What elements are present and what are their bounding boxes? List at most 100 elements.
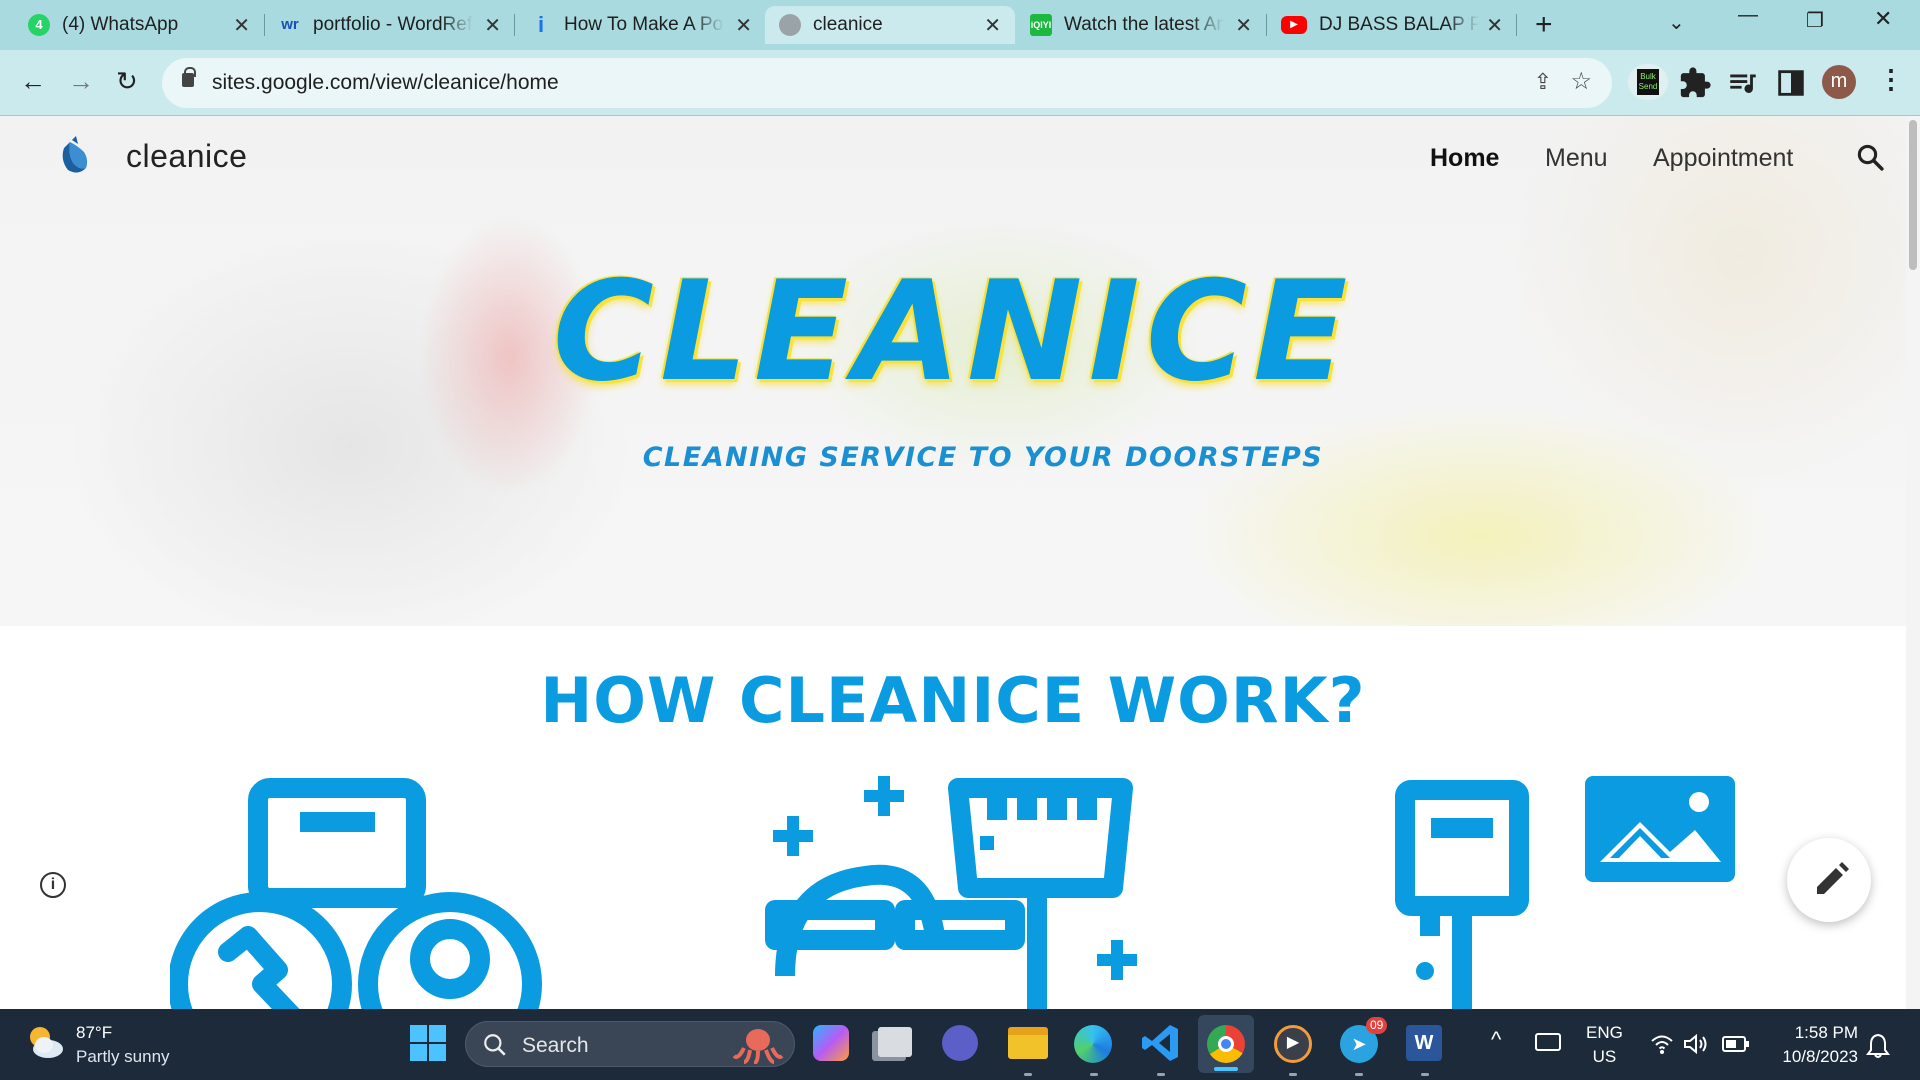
reload-icon[interactable]: ↻ xyxy=(116,66,138,97)
task-view-icon[interactable] xyxy=(878,1027,912,1057)
nav-home[interactable]: Home xyxy=(1430,144,1499,173)
hero-banner: cleanice Home Menu Appointment CLEANICE … xyxy=(0,116,1906,626)
cleaning-icon xyxy=(765,776,1137,1009)
clock[interactable]: 1:58 PM 10/8/2023 xyxy=(1770,1023,1858,1067)
windows-start-icon[interactable] xyxy=(407,1022,449,1064)
new-tab-icon[interactable]: + xyxy=(1535,8,1553,42)
minimize-icon[interactable]: — xyxy=(1738,4,1758,27)
region-code: US xyxy=(1592,1047,1617,1066)
phone-contact-icon xyxy=(170,778,542,1009)
tray-overflow-chevron-icon[interactable]: ^ xyxy=(1491,1027,1501,1053)
back-icon[interactable]: ← xyxy=(20,66,46,97)
tab-divider xyxy=(1516,14,1517,36)
youtube-icon: ▶ xyxy=(1281,16,1307,34)
search-label: Search xyxy=(522,1034,589,1057)
windows-taskbar: 87°F Partly sunny Search ▶ ➤ 09 W ^ ENG xyxy=(0,1009,1920,1080)
page-scrollbar[interactable] xyxy=(1906,116,1920,1009)
weather-desc: Partly sunny xyxy=(76,1047,170,1066)
close-icon[interactable]: ✕ xyxy=(1486,13,1503,38)
url-text[interactable]: sites.google.com/view/cleanice/home xyxy=(212,71,559,95)
word-icon[interactable]: W xyxy=(1406,1025,1442,1061)
tab-search-chevron-icon[interactable]: ⌄ xyxy=(1668,10,1685,35)
media-queue-icon[interactable] xyxy=(1726,66,1760,100)
lang-code: ENG xyxy=(1586,1023,1623,1042)
running-indicator xyxy=(1157,1073,1165,1076)
tab-title: portfolio - WordReference xyxy=(313,14,473,35)
octopus-icon xyxy=(732,1029,784,1064)
address-bar[interactable]: sites.google.com/view/cleanice/home ⇪ ☆ xyxy=(162,58,1612,108)
close-icon[interactable]: ✕ xyxy=(484,13,501,38)
side-panel-icon[interactable] xyxy=(1774,66,1808,100)
teams-chat-icon[interactable] xyxy=(942,1025,978,1061)
volume-icon[interactable] xyxy=(1683,1033,1709,1055)
pencil-icon xyxy=(1817,862,1849,894)
tab-wordreference[interactable]: wr portfolio - WordReference ✕ xyxy=(265,6,515,44)
tab-divider xyxy=(514,14,515,36)
restore-icon[interactable]: ❐ xyxy=(1806,8,1824,33)
tab-youtube[interactable]: ▶ DJ BASS BALAP PALING ✕ xyxy=(1267,6,1517,44)
board-gallery-icon xyxy=(1395,776,1735,1009)
wifi-icon[interactable] xyxy=(1650,1033,1674,1055)
bulk-send-extension[interactable]: Bulk Send xyxy=(1628,64,1668,100)
hero-subtitle: CLEANING SERVICE TO YOUR DOORSTEPS xyxy=(642,442,1324,473)
section-title: HOW CLEANICE WORK? xyxy=(540,664,1366,737)
bookmark-star-icon[interactable]: ☆ xyxy=(1570,67,1592,96)
close-icon[interactable]: ✕ xyxy=(233,13,250,38)
running-indicator xyxy=(1090,1073,1098,1076)
tab-cleanice[interactable]: cleanice ✕ xyxy=(765,6,1015,44)
clock-date: 10/8/2023 xyxy=(1782,1047,1858,1066)
edge-icon[interactable] xyxy=(1074,1025,1112,1063)
close-icon[interactable]: ✕ xyxy=(1235,13,1252,38)
tab-iqiyi[interactable]: iQIYI Watch the latest Anime ✕ xyxy=(1016,6,1266,44)
copilot-icon[interactable] xyxy=(813,1025,849,1061)
extensions-puzzle-icon[interactable] xyxy=(1678,66,1712,100)
telegram-badge: 09 xyxy=(1366,1017,1388,1034)
battery-icon[interactable] xyxy=(1722,1035,1750,1053)
running-indicator xyxy=(1024,1073,1032,1076)
keyboard-icon[interactable] xyxy=(1535,1033,1561,1051)
nav-menu[interactable]: Menu xyxy=(1545,144,1608,173)
nav-appointment[interactable]: Appointment xyxy=(1653,144,1793,173)
partly-sunny-icon xyxy=(30,1027,63,1058)
globe-icon xyxy=(779,14,801,36)
clock-time: 1:58 PM xyxy=(1794,1023,1858,1042)
wordreference-icon: wr xyxy=(281,16,299,33)
iqiyi-icon: iQIYI xyxy=(1030,14,1052,36)
vscode-icon[interactable] xyxy=(1140,1022,1182,1064)
whatsapp-icon: 4 xyxy=(28,14,50,36)
browser-menu-icon[interactable]: ⋮ xyxy=(1878,64,1904,95)
tab-title: How To Make A Portfolio xyxy=(564,14,724,35)
file-explorer-icon[interactable] xyxy=(1008,1027,1048,1059)
info-icon[interactable]: i xyxy=(40,872,66,898)
media-player-icon[interactable]: ▶ xyxy=(1274,1025,1312,1063)
search-icon[interactable] xyxy=(1855,142,1885,172)
edit-button[interactable] xyxy=(1787,838,1871,922)
chrome-taskbar-button[interactable] xyxy=(1198,1015,1254,1073)
web-page: cleanice Home Menu Appointment CLEANICE … xyxy=(0,116,1906,1009)
active-indicator xyxy=(1214,1067,1238,1071)
language-indicator[interactable]: ENG US xyxy=(1586,1023,1623,1067)
close-icon[interactable]: ✕ xyxy=(735,13,752,38)
bulk-send-icon: Bulk Send xyxy=(1637,69,1659,95)
share-icon[interactable]: ⇪ xyxy=(1534,69,1552,95)
running-indicator xyxy=(1421,1073,1429,1076)
running-indicator xyxy=(1289,1073,1297,1076)
tab-strip: 4 (4) WhatsApp ✕ wr portfolio - WordRefe… xyxy=(0,0,1920,50)
taskbar-search[interactable]: Search xyxy=(465,1021,795,1067)
tab-whatsapp[interactable]: 4 (4) WhatsApp ✕ xyxy=(14,6,264,44)
browser-toolbar: ← → ↻ sites.google.com/view/cleanice/hom… xyxy=(0,50,1920,116)
search-icon xyxy=(484,1034,506,1056)
window-close-icon[interactable]: ✕ xyxy=(1874,6,1892,32)
cleanice-logo-icon[interactable] xyxy=(56,136,90,176)
forward-icon[interactable]: → xyxy=(68,66,94,97)
notification-bell-icon[interactable] xyxy=(1866,1033,1890,1059)
weather-widget[interactable]: 87°F Partly sunny xyxy=(24,1021,224,1071)
lock-icon[interactable] xyxy=(182,67,196,87)
tab-portfolio-guide[interactable]: i How To Make A Portfolio ✕ xyxy=(516,6,766,44)
site-name[interactable]: cleanice xyxy=(126,138,247,175)
running-indicator xyxy=(1355,1073,1363,1076)
scrollbar-thumb[interactable] xyxy=(1909,120,1917,270)
profile-avatar[interactable]: m xyxy=(1822,65,1856,99)
tab-title: Watch the latest Anime xyxy=(1064,14,1224,35)
close-icon[interactable]: ✕ xyxy=(984,13,1001,38)
